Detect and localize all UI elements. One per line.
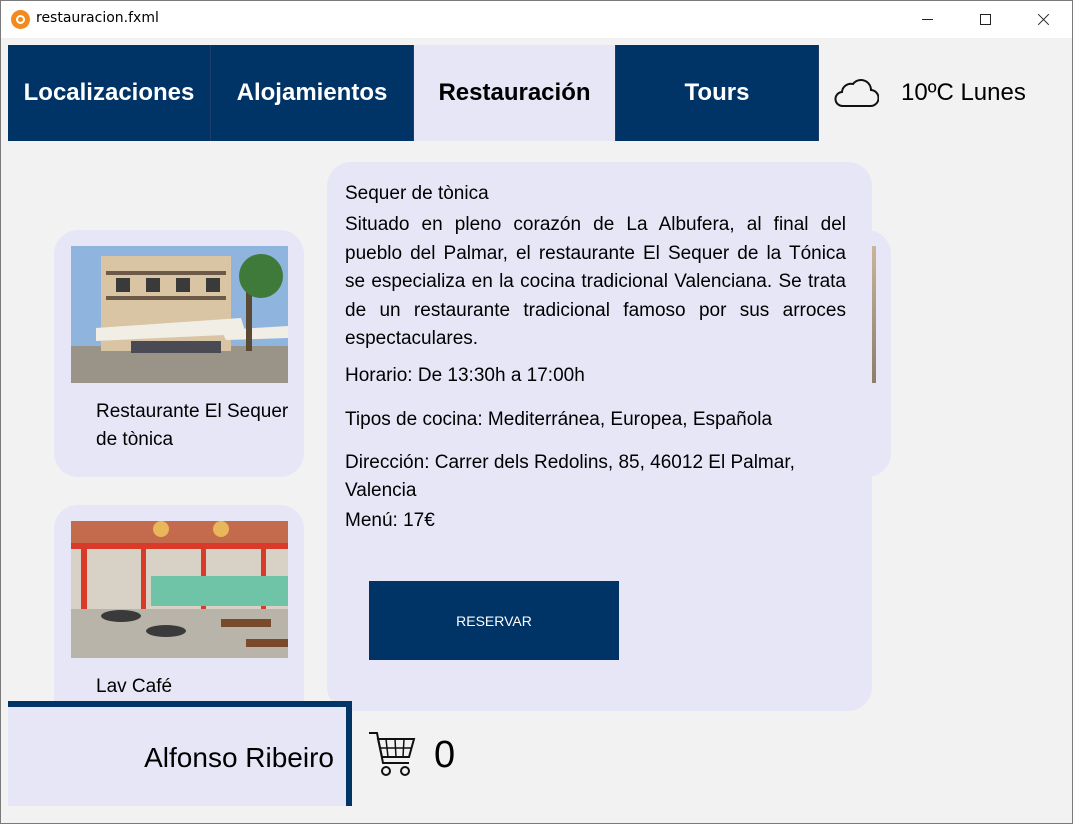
user-panel[interactable]: Alfonso Ribeiro	[8, 701, 352, 806]
window-title: restauracion.fxml	[36, 10, 159, 26]
user-name: Alfonso Ribeiro	[144, 742, 334, 773]
cart-icon[interactable]	[367, 729, 417, 779]
reserve-button[interactable]: RESERVAR	[369, 581, 619, 660]
tab-restauracion[interactable]: Restauración	[414, 45, 616, 141]
restaurant-name: Lav Café	[96, 676, 173, 697]
minimize-icon	[921, 19, 933, 20]
title-bar: restauracion.fxml	[1, 1, 1072, 38]
app-window: restauracion.fxml Localizaciones Alojami…	[0, 0, 1073, 824]
close-button[interactable]	[1014, 1, 1072, 38]
maximize-button[interactable]	[956, 1, 1014, 38]
maximize-icon	[979, 14, 991, 25]
restaurant-card[interactable]: Lav Café	[54, 505, 304, 725]
restaurant-card[interactable]: Restaurante El Sequer de tònica	[54, 230, 304, 477]
app-icon	[11, 10, 30, 29]
weather-text: 10ºC Lunes	[901, 79, 1026, 106]
detail-title: Sequer de tònica	[345, 183, 489, 204]
tab-localizaciones[interactable]: Localizaciones	[8, 45, 211, 141]
restaurant-photo	[71, 246, 288, 383]
detail-description: Situado en pleno corazón de La Albufera,…	[345, 214, 846, 349]
restaurant-photo	[71, 521, 288, 658]
restaurant-detail-panel: Sequer de tònica Situado en pleno corazó…	[327, 162, 872, 711]
cloud-icon	[834, 79, 879, 107]
detail-cuisine: Tipos de cocina: Mediterránea, Europea, …	[345, 409, 773, 430]
close-icon	[1037, 13, 1050, 26]
tab-alojamientos[interactable]: Alojamientos	[211, 45, 414, 141]
minimize-button[interactable]	[898, 1, 956, 38]
cart-count: 0	[434, 734, 456, 776]
detail-hours: Horario: De 13:30h a 17:00h	[345, 365, 585, 386]
tab-tours[interactable]: Tours	[616, 45, 819, 141]
detail-menu-price: Menú: 17€	[345, 510, 435, 531]
detail-address: Dirección: Carrer dels Redolins, 85, 460…	[345, 452, 795, 501]
restaurant-name: Restaurante El Sequer de tònica	[96, 401, 289, 450]
